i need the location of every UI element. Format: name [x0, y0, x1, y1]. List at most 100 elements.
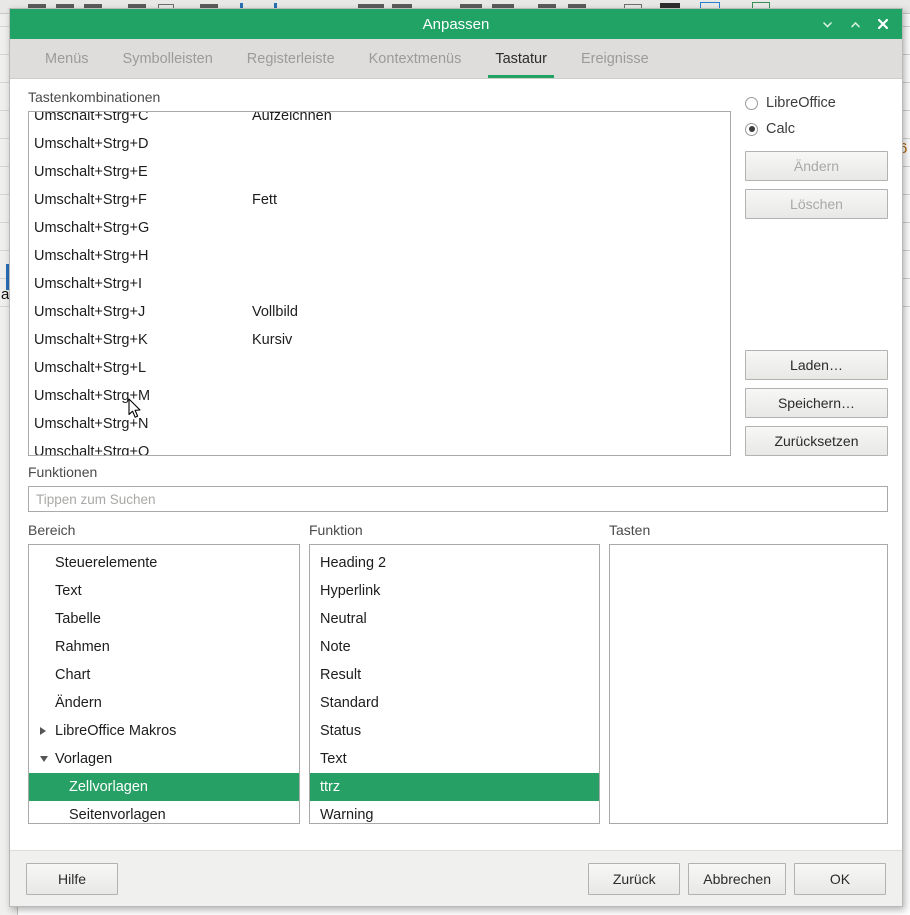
- radio-calc[interactable]: Calc: [745, 117, 888, 141]
- function-item-note[interactable]: Note: [310, 633, 599, 661]
- category-item-aendern[interactable]: Ändern: [29, 689, 299, 717]
- shortcut-keys: Umschalt+Strg+E: [34, 158, 252, 186]
- shortcut-keys: Umschalt+Strg+J: [34, 298, 252, 326]
- category-column: Bereich Steuerelemente Text Tabelle Rahm…: [28, 522, 300, 824]
- dialog-titlebar: Anpassen: [10, 9, 902, 39]
- function-item-text[interactable]: Text: [310, 745, 599, 773]
- shortcut-keys: Umschalt+Strg+C: [34, 111, 252, 130]
- shortcut-function: Vollbild: [252, 298, 298, 326]
- category-item-steuerelemente[interactable]: Steuerelemente: [29, 549, 299, 577]
- shortcut-row[interactable]: Umschalt+Strg+D: [29, 130, 730, 158]
- tab-ereignisse[interactable]: Ereignisse: [564, 39, 666, 78]
- function-item-status[interactable]: Status: [310, 717, 599, 745]
- shortcut-keys: Umschalt+Strg+F: [34, 186, 252, 214]
- function-list[interactable]: Heading 2 Hyperlink Neutral Note Result …: [309, 544, 600, 824]
- category-item-label: Vorlagen: [55, 751, 112, 767]
- chevron-up-icon[interactable]: [842, 11, 868, 37]
- customize-dialog: Anpassen Menüs Symbolleisten Registerlei…: [9, 8, 903, 907]
- shortcut-keys: Umschalt+Strg+D: [34, 130, 252, 158]
- shortcut-row[interactable]: Umschalt+Strg+E: [29, 158, 730, 186]
- ok-button[interactable]: OK: [794, 863, 886, 895]
- dialog-buttonbar: Hilfe Zurück Abbrechen OK: [10, 850, 902, 906]
- radio-label: LibreOffice: [766, 95, 836, 111]
- radio-icon: [745, 123, 758, 136]
- scope-and-actions-panel: LibreOffice Calc Ändern Löschen Laden… S…: [745, 89, 888, 456]
- radio-libreoffice[interactable]: LibreOffice: [745, 91, 888, 115]
- expander-expanded-icon[interactable]: [39, 745, 49, 773]
- functions-label: Funktionen: [28, 464, 888, 480]
- category-list[interactable]: Steuerelemente Text Tabelle Rahmen Chart…: [28, 544, 300, 824]
- shortcut-keys: Umschalt+Strg+N: [34, 410, 252, 438]
- shortcut-function: Fett: [252, 186, 277, 214]
- shortcut-row[interactable]: Umschalt+Strg+O: [29, 438, 730, 456]
- reset-button[interactable]: Zurücksetzen: [745, 426, 888, 456]
- shortcut-keys: Umschalt+Strg+L: [34, 354, 252, 382]
- shortcut-keys: Umschalt+Strg+M: [34, 382, 252, 410]
- shortcut-row[interactable]: Umschalt+Strg+H: [29, 242, 730, 270]
- tab-kontextmenues[interactable]: Kontextmenüs: [352, 39, 479, 78]
- shortcut-function: Kursiv: [252, 326, 292, 354]
- shortcut-keys: Umschalt+Strg+I: [34, 270, 252, 298]
- dialog-tabstrip: Menüs Symbolleisten Registerleiste Konte…: [10, 39, 902, 79]
- shortcut-keys: Umschalt+Strg+G: [34, 214, 252, 242]
- expander-collapsed-icon[interactable]: [39, 717, 48, 745]
- category-item-label: LibreOffice Makros: [55, 723, 176, 739]
- tab-tastatur[interactable]: Tastatur: [478, 39, 564, 78]
- dialog-title: Anpassen: [10, 16, 902, 33]
- shortcut-row[interactable]: Umschalt+Strg+C Aufzeichnen: [29, 111, 730, 130]
- search-input[interactable]: Tippen zum Suchen: [28, 486, 888, 512]
- keys-column: Tasten: [609, 522, 888, 824]
- tab-menues[interactable]: Menüs: [28, 39, 106, 78]
- function-item-hyperlink[interactable]: Hyperlink: [310, 577, 599, 605]
- close-icon[interactable]: [870, 11, 896, 37]
- shortcut-keys: Umschalt+Strg+K: [34, 326, 252, 354]
- radio-icon: [745, 97, 758, 110]
- function-item-heading-2[interactable]: Heading 2: [310, 549, 599, 577]
- shortcut-row[interactable]: Umschalt+Strg+J Vollbild: [29, 298, 730, 326]
- shortcut-keys: Umschalt+Strg+O: [34, 438, 252, 456]
- shortcuts-label: Tastenkombinationen: [28, 89, 731, 105]
- keys-list[interactable]: [609, 544, 888, 824]
- function-header: Funktion: [309, 522, 600, 538]
- tab-registerleiste[interactable]: Registerleiste: [230, 39, 352, 78]
- category-item-tabelle[interactable]: Tabelle: [29, 605, 299, 633]
- category-item-rahmen[interactable]: Rahmen: [29, 633, 299, 661]
- functions-section: Funktionen Tippen zum Suchen: [10, 456, 902, 512]
- category-item-zellvorlagen[interactable]: Zellvorlagen: [29, 773, 299, 801]
- shortcut-function: Aufzeichnen: [252, 111, 332, 130]
- category-item-chart[interactable]: Chart: [29, 661, 299, 689]
- save-button[interactable]: Speichern…: [745, 388, 888, 418]
- delete-button[interactable]: Löschen: [745, 189, 888, 219]
- shortcut-keys: Umschalt+Strg+H: [34, 242, 252, 270]
- function-column: Funktion Heading 2 Hyperlink Neutral Not…: [309, 522, 600, 824]
- category-item-text[interactable]: Text: [29, 577, 299, 605]
- category-header: Bereich: [28, 522, 300, 538]
- shortcut-list[interactable]: Umschalt+Strg+C Aufzeichnen Umschalt+Str…: [28, 111, 731, 456]
- shortcut-row[interactable]: Umschalt+Strg+F Fett: [29, 186, 730, 214]
- shortcuts-section: Tastenkombinationen Umschalt+Strg+C Aufz…: [10, 79, 902, 456]
- functions-columns: Bereich Steuerelemente Text Tabelle Rahm…: [10, 512, 902, 824]
- modify-button[interactable]: Ändern: [745, 151, 888, 181]
- function-item-result[interactable]: Result: [310, 661, 599, 689]
- load-button[interactable]: Laden…: [745, 350, 888, 380]
- dialog-body: Tastenkombinationen Umschalt+Strg+C Aufz…: [10, 79, 902, 850]
- back-button[interactable]: Zurück: [588, 863, 680, 895]
- category-item-vorlagen[interactable]: Vorlagen: [29, 745, 299, 773]
- shortcut-row[interactable]: Umschalt+Strg+I: [29, 270, 730, 298]
- function-item-neutral[interactable]: Neutral: [310, 605, 599, 633]
- tab-symbolleisten[interactable]: Symbolleisten: [106, 39, 230, 78]
- function-item-warning[interactable]: Warning: [310, 801, 599, 824]
- cancel-button[interactable]: Abbrechen: [688, 863, 786, 895]
- shortcut-row[interactable]: Umschalt+Strg+K Kursiv: [29, 326, 730, 354]
- chevron-down-icon[interactable]: [814, 11, 840, 37]
- shortcut-row[interactable]: Umschalt+Strg+M: [29, 382, 730, 410]
- function-item-ttrz[interactable]: ttrz: [310, 773, 599, 801]
- help-button[interactable]: Hilfe: [26, 863, 118, 895]
- shortcut-row[interactable]: Umschalt+Strg+L: [29, 354, 730, 382]
- category-item-libreoffice-makros[interactable]: LibreOffice Makros: [29, 717, 299, 745]
- category-item-seitenvorlagen[interactable]: Seitenvorlagen: [29, 801, 299, 824]
- function-item-standard[interactable]: Standard: [310, 689, 599, 717]
- window-controls: [814, 9, 896, 39]
- shortcut-row[interactable]: Umschalt+Strg+G: [29, 214, 730, 242]
- shortcut-row[interactable]: Umschalt+Strg+N: [29, 410, 730, 438]
